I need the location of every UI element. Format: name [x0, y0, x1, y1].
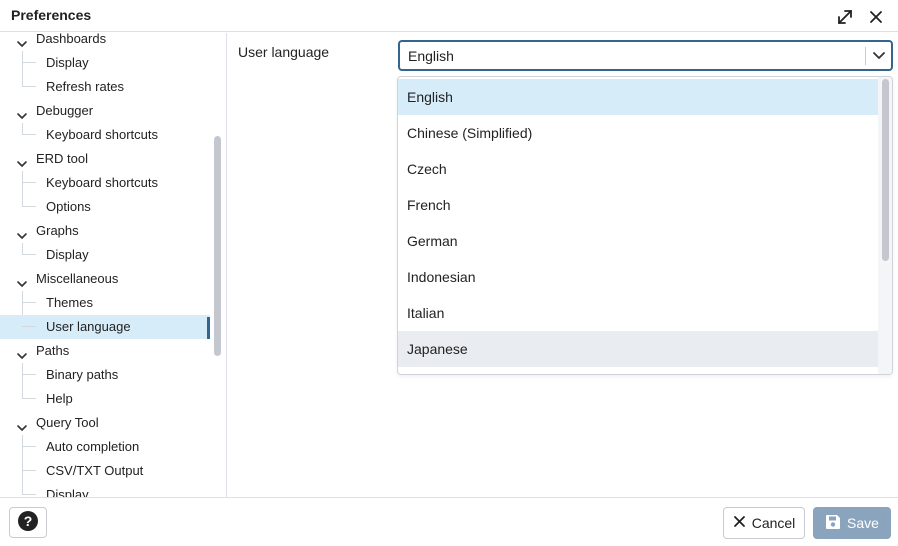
sidebar-item[interactable]: Binary paths — [0, 363, 210, 387]
dropdown-option[interactable]: French — [398, 187, 878, 223]
sidebar-item-label: User language — [46, 319, 131, 334]
sidebar-item[interactable]: Themes — [0, 291, 210, 315]
question-circle-icon: ? — [17, 510, 39, 535]
dropdown-option[interactable]: Italian — [398, 295, 878, 331]
tree-guide-branch — [22, 206, 36, 207]
sidebar-group-label: Paths — [36, 343, 70, 358]
user-language-select[interactable]: English — [398, 40, 893, 71]
sidebar-group[interactable]: ERD tool — [0, 147, 210, 171]
tree-guide-branch — [22, 326, 36, 327]
sidebar-item[interactable]: Help — [0, 387, 210, 411]
sidebar-item[interactable]: Display — [0, 483, 210, 497]
sidebar-item[interactable]: Refresh rates — [0, 75, 210, 99]
sidebar-item-label: Help — [46, 391, 73, 406]
close-icon[interactable] — [865, 6, 887, 28]
sidebar-group[interactable]: Debugger — [0, 99, 210, 123]
tree-guide-branch — [22, 86, 36, 87]
language-dropdown-menu: English Chinese (Simplified) Czech French Ge… — [397, 76, 893, 375]
sidebar-item[interactable]: Display — [0, 243, 210, 267]
sidebar-group-label: Graphs — [36, 223, 79, 238]
chevron-down-icon[interactable] — [16, 418, 28, 431]
dropdown-option[interactable]: Chinese (Simplified) — [398, 115, 878, 151]
select-separator — [865, 47, 866, 65]
sidebar-item-label: Refresh rates — [46, 79, 125, 94]
tree-guide-branch — [22, 374, 36, 375]
tree-guide-branch — [22, 398, 36, 399]
sidebar-item-label: Display — [46, 247, 89, 262]
tree-guide-branch — [22, 254, 36, 255]
sidebar-item[interactable]: User language — [0, 315, 210, 339]
chevron-down-icon[interactable] — [16, 154, 28, 167]
dropdown-option[interactable]: Indonesian — [398, 259, 878, 295]
sidebar-item[interactable]: Keyboard shortcuts — [0, 171, 210, 195]
sidebar-group[interactable]: Miscellaneous — [0, 267, 210, 291]
save-label: Save — [847, 515, 879, 531]
cancel-button[interactable]: Cancel — [723, 507, 805, 539]
dialog-footer: ? Cancel Save — [0, 497, 898, 546]
tree-guide-branch — [22, 446, 36, 447]
sidebar-item-label: Binary paths — [46, 367, 119, 382]
preferences-tree: Dashboards Display Refresh rates Debugger Ke… — [0, 33, 210, 497]
tree-guide-branch — [22, 134, 36, 135]
save-button[interactable]: Save — [813, 507, 891, 539]
help-button[interactable]: ? — [9, 507, 47, 538]
svg-text:?: ? — [24, 513, 33, 529]
sidebar-item[interactable]: Display — [0, 51, 210, 75]
cancel-label: Cancel — [751, 515, 796, 531]
preferences-sidebar: Dashboards Display Refresh rates Debugger Ke… — [0, 33, 227, 497]
sidebar-item-label: CSV/TXT Output — [46, 463, 144, 478]
dialog-title: Preferences — [11, 7, 92, 23]
sidebar-item[interactable]: CSV/TXT Output — [0, 459, 210, 483]
chevron-down-icon[interactable] — [16, 274, 28, 287]
floppy-disk-icon — [825, 514, 841, 533]
tree-guide-branch — [22, 470, 36, 471]
tree-guide-branch — [22, 302, 36, 303]
sidebar-item-label: Options — [46, 199, 91, 214]
sidebar-item-label: Display — [46, 55, 89, 70]
chevron-down-icon[interactable] — [872, 50, 886, 62]
chevron-down-icon[interactable] — [16, 346, 28, 359]
dropdown-option[interactable]: English — [398, 79, 878, 115]
expand-diagonal-icon[interactable] — [834, 6, 856, 28]
sidebar-item[interactable]: Auto completion — [0, 435, 210, 459]
sidebar-item[interactable]: Options — [0, 195, 210, 219]
chevron-down-icon[interactable] — [16, 226, 28, 239]
sidebar-group-label: Debugger — [36, 103, 94, 118]
dropdown-scrollbar-thumb[interactable] — [882, 79, 889, 261]
dropdown-option[interactable]: German — [398, 223, 878, 259]
chevron-down-icon[interactable] — [16, 34, 28, 47]
sidebar-group-label: Miscellaneous — [36, 271, 119, 286]
sidebar-group[interactable]: Graphs — [0, 219, 210, 243]
preferences-content: User language English English Chinese (Si… — [227, 33, 898, 497]
sidebar-item-label: Auto completion — [46, 439, 140, 454]
tree-guide-branch — [22, 182, 36, 183]
chevron-down-icon[interactable] — [16, 106, 28, 119]
sidebar-group-label: Dashboards — [36, 33, 107, 46]
sidebar-scrollbar[interactable] — [214, 136, 221, 356]
close-icon — [733, 515, 746, 531]
dropdown-option[interactable]: Czech — [398, 151, 878, 187]
sidebar-group-label: Query Tool — [36, 415, 99, 430]
sidebar-group-label: ERD tool — [36, 151, 89, 166]
dialog-titlebar: Preferences — [0, 0, 898, 32]
sidebar-group[interactable]: Paths — [0, 339, 210, 363]
user-language-label: User language — [238, 44, 330, 60]
sidebar-item-label: Themes — [46, 295, 93, 310]
sidebar-item-label: Keyboard shortcuts — [46, 127, 159, 142]
sidebar-group[interactable]: Dashboards — [0, 33, 210, 51]
tree-guide-branch — [22, 494, 36, 495]
sidebar-group[interactable]: Query Tool — [0, 411, 210, 435]
select-value: English — [408, 48, 454, 64]
sidebar-item[interactable]: Keyboard shortcuts — [0, 123, 210, 147]
sidebar-item-label: Keyboard shortcuts — [46, 175, 159, 190]
tree-guide-branch — [22, 62, 36, 63]
sidebar-item-label: Display — [46, 487, 89, 497]
dropdown-option[interactable]: Japanese — [398, 331, 878, 367]
